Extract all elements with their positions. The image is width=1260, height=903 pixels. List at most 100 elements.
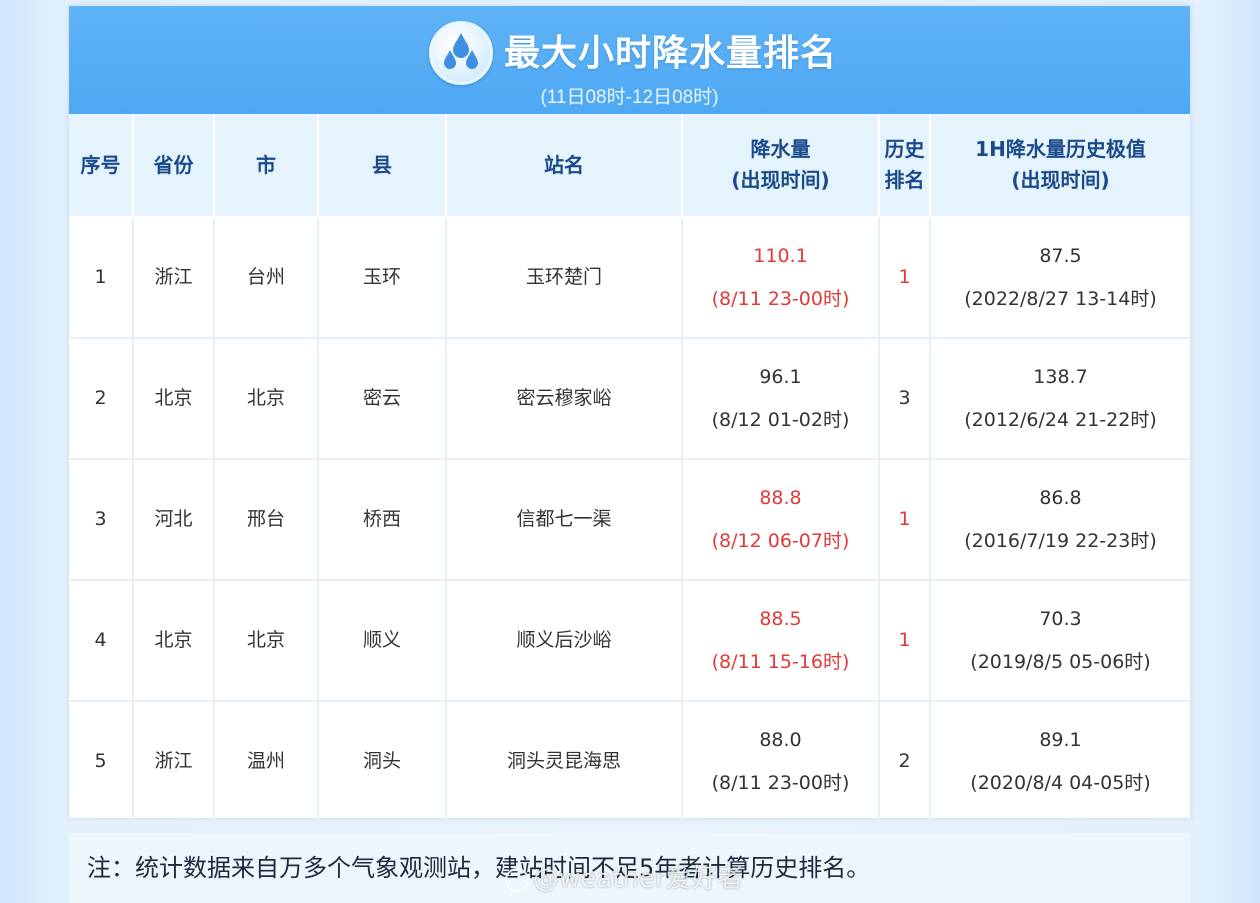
col-header-rain-line2: (出现时间) — [731, 168, 830, 192]
cell-county: 顺义 — [318, 580, 447, 702]
cell-city: 邢台 — [214, 459, 319, 581]
cell-province-text: 北京 — [154, 387, 193, 409]
ranking-card: 最大小时降水量排名 (11日08时-12日08时) 序号 省份 市 县 站名 降… — [69, 6, 1190, 823]
cell-rain-text: (8/11 23-00时) — [711, 287, 850, 310]
cell-province: 北京 — [133, 580, 215, 702]
page-subtitle: (11日08时-12日08时) — [540, 87, 719, 108]
cell-city: 北京 — [214, 338, 319, 460]
cell-record-text: (2016/7/19 22-23时) — [964, 529, 1157, 552]
cell-rain-text: (8/11 15-16时) — [711, 650, 850, 673]
cell-province-text: 北京 — [154, 629, 193, 651]
table-row: 4 北京 北京 顺义 顺义后沙峪 88.5 (8/11 15-16时) 1 70.3 (2019/… — [69, 580, 1190, 702]
table-row: 3 河北 邢台 桥西 信都七一渠 88.8 (8/12 06-07时) 1 86.8 (2016/… — [69, 459, 1190, 581]
cell-city-text: 北京 — [246, 387, 285, 409]
watermark: @weather爱好者 — [505, 858, 744, 895]
cell-rain: 88.5 (8/11 15-16时) — [682, 580, 880, 702]
cell-record: 89.1 (2020/8/4 04-05时) — [930, 701, 1190, 823]
cell-record-text: 87.5 — [1039, 244, 1082, 267]
cell-station-text: 顺义后沙峪 — [516, 629, 612, 651]
cell-rain: 88.8 (8/12 06-07时) — [682, 459, 880, 581]
cell-record-text: (2019/8/5 05-06时) — [970, 650, 1151, 673]
cell-province: 浙江 — [133, 217, 215, 339]
cell-rain-text: (8/12 01-02时) — [711, 408, 850, 431]
cell-index: 2 — [69, 338, 134, 460]
cell-rain-text: 88.0 — [759, 728, 802, 751]
cell-county: 密云 — [318, 338, 447, 460]
cell-province-text: 河北 — [154, 508, 193, 530]
cell-city: 温州 — [214, 701, 319, 823]
cell-rank-text: 1 — [898, 508, 911, 530]
col-header-rank-line1: 历史 — [884, 137, 925, 161]
col-header-record-line2: (出现时间) — [1011, 168, 1110, 192]
col-header-city: 市 — [214, 114, 319, 218]
table-row: 5 浙江 温州 洞头 洞头灵昆海思 88.0 (8/11 23-00时) 2 89.1 (2020… — [69, 701, 1190, 823]
cell-county: 洞头 — [318, 701, 447, 823]
cell-record-text: 138.7 — [1033, 365, 1088, 388]
cell-rain-text: (8/11 23-00时) — [711, 771, 850, 794]
cell-rain-text: 96.1 — [759, 365, 802, 388]
cell-station: 洞头灵昆海思 — [446, 701, 683, 823]
cell-record: 70.3 (2019/8/5 05-06时) — [930, 580, 1190, 702]
cell-county: 玉环 — [318, 217, 447, 339]
cell-city-text: 温州 — [246, 750, 285, 772]
cell-rank-text: 2 — [898, 750, 911, 772]
cell-record-text: (2020/8/4 04-05时) — [970, 771, 1151, 794]
cell-record: 138.7 (2012/6/24 21-22时) — [930, 338, 1190, 460]
cell-record-text: 89.1 — [1039, 728, 1082, 751]
cell-record-text: 70.3 — [1039, 607, 1082, 630]
cell-station: 信都七一渠 — [446, 459, 683, 581]
cell-record-text: (2022/8/27 13-14时) — [964, 287, 1157, 310]
cell-city-text: 北京 — [246, 629, 285, 651]
cell-index-text: 5 — [94, 750, 107, 772]
cell-index: 4 — [69, 580, 134, 702]
col-header-index: 序号 — [69, 114, 134, 218]
cell-rank-text: 1 — [898, 629, 911, 651]
table-row: 2 北京 北京 密云 密云穆家峪 96.1 (8/12 01-02时) 3 138.7 (2012… — [69, 338, 1190, 460]
cell-rank: 2 — [879, 701, 931, 823]
cell-record: 87.5 (2022/8/27 13-14时) — [930, 217, 1190, 339]
cell-rank: 3 — [879, 338, 931, 460]
cell-county-text: 顺义 — [362, 629, 401, 651]
cell-rank: 1 — [879, 459, 931, 581]
cell-station-text: 信都七一渠 — [516, 508, 612, 530]
cell-city: 北京 — [214, 580, 319, 702]
cell-city: 台州 — [214, 217, 319, 339]
page-title: 最大小时降水量排名 — [504, 33, 838, 74]
table-body: 1 浙江 台州 玉环 玉环楚门 110.1 (8/11 23-00时) 1 87.5 (2022/… — [69, 217, 1190, 823]
col-header-province: 省份 — [133, 114, 215, 218]
cell-county: 桥西 — [318, 459, 447, 581]
cell-index-text: 4 — [94, 629, 107, 651]
cell-rain-text: (8/12 06-07时) — [711, 529, 850, 552]
table-header-row: 序号 省份 市 县 站名 降水量 (出现时间) 历史 排名 1H降水量历史极值 … — [69, 114, 1190, 218]
cell-city-text: 邢台 — [246, 508, 285, 530]
cell-station: 密云穆家峪 — [446, 338, 683, 460]
cell-rain-text: 88.8 — [759, 486, 802, 509]
cell-rain-text: 110.1 — [753, 244, 808, 267]
weibo-logo-icon — [505, 867, 529, 892]
col-header-station: 站名 — [446, 114, 683, 218]
cell-station-text: 玉环楚门 — [525, 266, 602, 288]
cell-province: 北京 — [133, 338, 215, 460]
cell-rank-text: 3 — [898, 387, 911, 409]
cell-rank: 1 — [879, 580, 931, 702]
cell-index: 3 — [69, 459, 134, 581]
watermark-text: @weather爱好者 — [533, 864, 744, 894]
cell-index: 1 — [69, 217, 134, 339]
cell-record: 86.8 (2016/7/19 22-23时) — [930, 459, 1190, 581]
cell-station: 顺义后沙峪 — [446, 580, 683, 702]
cell-station: 玉环楚门 — [446, 217, 683, 339]
cell-county-text: 洞头 — [362, 750, 401, 772]
card-header: 最大小时降水量排名 (11日08时-12日08时) — [69, 6, 1190, 114]
ranking-table: 序号 省份 市 县 站名 降水量 (出现时间) 历史 排名 1H降水量历史极值 … — [69, 114, 1190, 823]
cell-province-text: 浙江 — [154, 750, 193, 772]
cell-county-text: 桥西 — [362, 508, 401, 530]
col-header-record: 1H降水量历史极值 (出现时间) — [930, 114, 1190, 218]
cell-record-text: (2012/6/24 21-22时) — [964, 408, 1157, 431]
col-header-rank-line2: 排名 — [884, 168, 925, 192]
cell-rank: 1 — [879, 217, 931, 339]
cell-index-text: 2 — [94, 387, 107, 409]
col-header-record-line1: 1H降水量历史极值 — [975, 137, 1146, 161]
cell-record-text: 86.8 — [1039, 486, 1082, 509]
cell-county-text: 玉环 — [362, 266, 401, 288]
cell-index: 5 — [69, 701, 134, 823]
